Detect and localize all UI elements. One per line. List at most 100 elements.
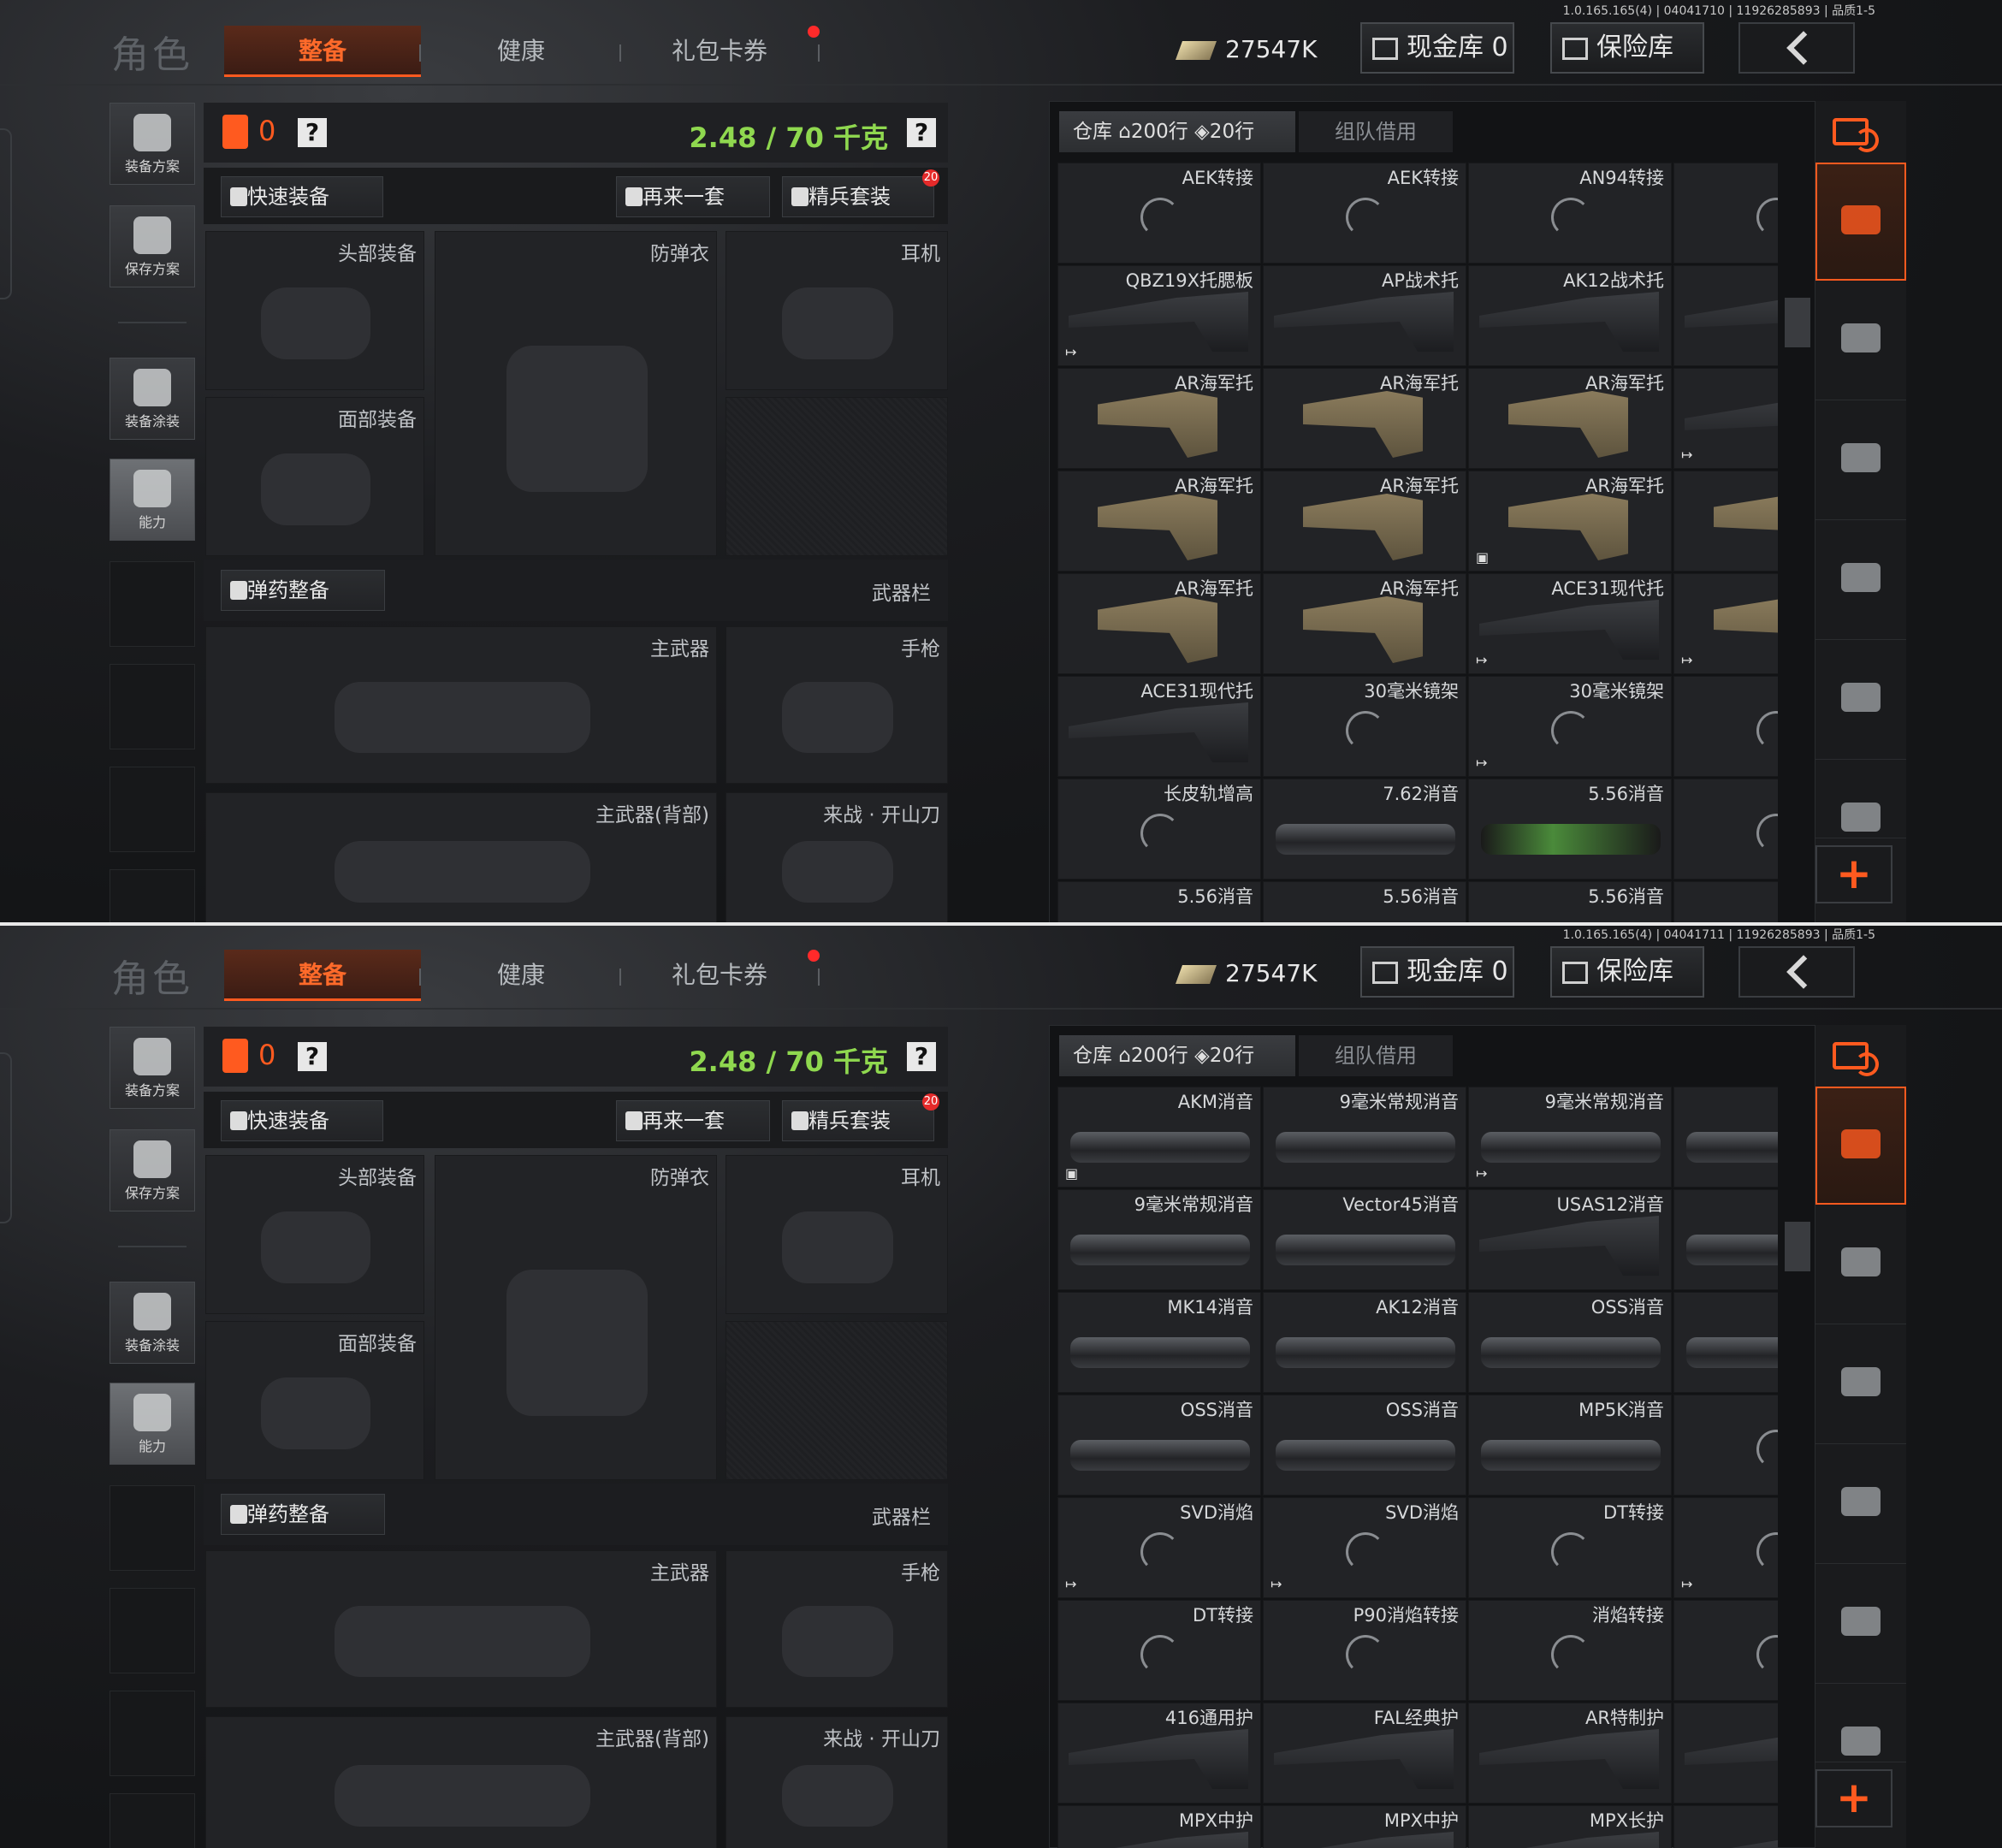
help-icon[interactable]: ? — [907, 118, 936, 147]
inventory-item[interactable]: 5.56消音 — [1468, 779, 1672, 880]
inventory-item[interactable]: AR海军托 — [1673, 471, 1778, 572]
inventory-item[interactable]: AR海军托 ▣ — [1468, 471, 1672, 572]
pistol-slot[interactable]: 手枪 — [726, 626, 948, 784]
inventory-item[interactable]: 5.56消音 — [1263, 881, 1466, 924]
sort-icon[interactable] — [1833, 113, 1879, 152]
inventory-item[interactable]: AR海军托 — [1468, 368, 1672, 469]
inventory-item[interactable]: ACE31现代托 ↦ — [1468, 573, 1672, 674]
elite-kit-button[interactable]: 精兵套装 — [782, 176, 934, 217]
inventory-item[interactable]: AR海军托 — [1263, 573, 1466, 674]
inventory-item[interactable]: 30毫米镜 架 — [1673, 676, 1778, 777]
tab-1[interactable]: 健康 — [423, 950, 619, 1001]
inventory-item[interactable]: MPX中护 — [1057, 1805, 1261, 1848]
tab-0[interactable]: 整备 — [224, 26, 421, 77]
inventory-item[interactable]: 9毫米常规消音 — [1263, 1087, 1466, 1188]
rail-button-0[interactable]: 装备方案 — [110, 1027, 195, 1109]
warehouse-tab[interactable]: 仓库 ⌂200行 ◈20行 — [1059, 1035, 1295, 1076]
team-borrow-tab[interactable]: 组队借用 — [1299, 111, 1453, 152]
inventory-item[interactable]: 30毫米镜架 ↦ — [1468, 676, 1672, 777]
category-rifle[interactable] — [1815, 1326, 1906, 1444]
inventory-item[interactable]: ↦ — [1673, 368, 1778, 469]
inventory-item[interactable]: SVD消焰 ↦ — [1263, 1497, 1466, 1598]
inventory-item[interactable]: OSS消音 — [1263, 1395, 1466, 1496]
inventory-item[interactable]: USAS12消音 — [1468, 1189, 1672, 1290]
face-slot[interactable]: 面部装备 — [205, 1321, 424, 1480]
category-armor[interactable] — [1815, 761, 1906, 838]
tab-2[interactable]: 礼包卡券 — [621, 26, 818, 77]
inventory-item[interactable]: 9毫米常规消音 — [1057, 1189, 1261, 1290]
inventory-item[interactable]: AR海军托 — [1263, 471, 1466, 572]
warehouse-tab[interactable]: 仓库 ⌂200行 ◈20行 — [1059, 111, 1295, 152]
add-button[interactable]: + — [1815, 845, 1892, 903]
inventory-item[interactable]: MP5K消音 — [1468, 1395, 1672, 1496]
inventory-item[interactable]: 5.56消音 — [1468, 881, 1672, 924]
again-button[interactable]: 再来一套 — [616, 176, 770, 217]
inventory-item[interactable]: Vector45消音 — [1263, 1189, 1466, 1290]
inventory-item[interactable]: QBZ19X托腮板 ↦ — [1057, 265, 1261, 366]
inventory-item[interactable]: ↦ — [1673, 1497, 1778, 1598]
armor-slot[interactable]: 防弹衣 — [435, 231, 717, 556]
inventory-item[interactable]: AEK转接 — [1057, 163, 1261, 264]
back-weapon-slot[interactable]: 主武器(背部) — [205, 792, 717, 924]
cash-vault-button[interactable]: 现金库 0 — [1360, 946, 1514, 998]
rail-button-1[interactable]: 保存方案 — [110, 1129, 195, 1211]
armor-slot[interactable]: 防弹衣 — [435, 1155, 717, 1480]
earpiece-slot[interactable]: 耳机 — [726, 231, 948, 390]
inventory-item[interactable] — [1673, 779, 1778, 880]
rail-button-2[interactable]: 装备涂装 — [110, 1282, 195, 1364]
inventory-item[interactable]: AEK转接 — [1263, 163, 1466, 264]
inventory-item[interactable]: AK12消音 — [1263, 1292, 1466, 1393]
inventory-item[interactable]: AR海军托 — [1263, 368, 1466, 469]
inventory-item[interactable]: ACE31现代托 — [1057, 676, 1261, 777]
category-ammo[interactable] — [1815, 1566, 1906, 1684]
inventory-item[interactable]: P90消焰转接 — [1263, 1600, 1466, 1701]
inventory-item[interactable]: OSS消音 — [1057, 1395, 1261, 1496]
inventory-item[interactable]: MPX中护 — [1263, 1805, 1466, 1848]
head-slot[interactable]: 头部装备 — [205, 1155, 424, 1314]
inventory-item[interactable]: OSS消音 — [1468, 1292, 1672, 1393]
side-drawer-handle[interactable] — [0, 128, 12, 299]
inventory-item[interactable]: AR海军托 — [1057, 368, 1261, 469]
side-drawer-handle[interactable] — [0, 1052, 12, 1223]
inventory-item[interactable]: 9毫米常规消音 ↦ — [1468, 1087, 1672, 1188]
inventory-item[interactable]: AR特制护 — [1468, 1703, 1672, 1804]
again-button[interactable]: 再来一套 — [616, 1100, 770, 1141]
inventory-item[interactable]: DT转接 — [1057, 1600, 1261, 1701]
tab-2[interactable]: 礼包卡券 — [621, 950, 818, 1001]
quick-equip-button[interactable]: 快速装备 — [221, 176, 383, 217]
rail-button-3[interactable]: 能力 — [110, 1383, 195, 1465]
category-rifle[interactable] — [1815, 402, 1906, 520]
melee-slot[interactable]: 来战 · 开山刀 — [726, 792, 948, 924]
head-slot[interactable]: 头部装备 — [205, 231, 424, 390]
help-icon[interactable]: ? — [298, 1042, 327, 1071]
ammo-button[interactable]: 弹药整备 — [221, 1494, 385, 1535]
inventory-item[interactable]: MP5K转 接 — [1673, 1600, 1778, 1701]
inventory-item[interactable]: 消焰转接 — [1468, 1600, 1672, 1701]
category-helmet[interactable] — [1815, 282, 1906, 400]
scrollbar-thumb[interactable] — [1785, 1222, 1810, 1271]
inventory-item[interactable]: MPX长护 — [1468, 1805, 1672, 1848]
elite-kit-button[interactable]: 精兵套装 — [782, 1100, 934, 1141]
earpiece-slot[interactable]: 耳机 — [726, 1155, 948, 1314]
inventory-item[interactable]: ↦ — [1673, 573, 1778, 674]
quick-equip-button[interactable]: 快速装备 — [221, 1100, 383, 1141]
inventory-item[interactable]: 5.56消音 — [1057, 881, 1261, 924]
inventory-item[interactable]: AN94转接 — [1468, 163, 1672, 264]
safe-button[interactable]: 保险库 — [1550, 22, 1704, 74]
scrollbar-thumb[interactable] — [1785, 298, 1810, 347]
category-all-items[interactable] — [1815, 163, 1906, 281]
inventory-item[interactable]: SVD消焰 — [1673, 1395, 1778, 1496]
rail-button-2[interactable]: 装备涂装 — [110, 358, 195, 440]
inventory-item[interactable]: DT转接 — [1468, 1497, 1672, 1598]
inventory-item[interactable]: 5.56消音 — [1673, 881, 1778, 924]
inventory-item[interactable]: AR海军托 — [1057, 471, 1261, 572]
tab-1[interactable]: 健康 — [423, 26, 619, 77]
inventory-item[interactable]: MK14消音 — [1673, 1189, 1778, 1290]
category-armor[interactable] — [1815, 1685, 1906, 1762]
inventory-item[interactable]: FAL经典护 — [1263, 1703, 1466, 1804]
tab-0[interactable]: 整备 — [224, 950, 421, 1001]
inventory-item[interactable]: AK12战术托 — [1468, 265, 1672, 366]
help-icon[interactable]: ? — [298, 118, 327, 147]
inventory-item[interactable] — [1673, 163, 1778, 264]
back-weapon-slot[interactable]: 主武器(背部) — [205, 1716, 717, 1848]
